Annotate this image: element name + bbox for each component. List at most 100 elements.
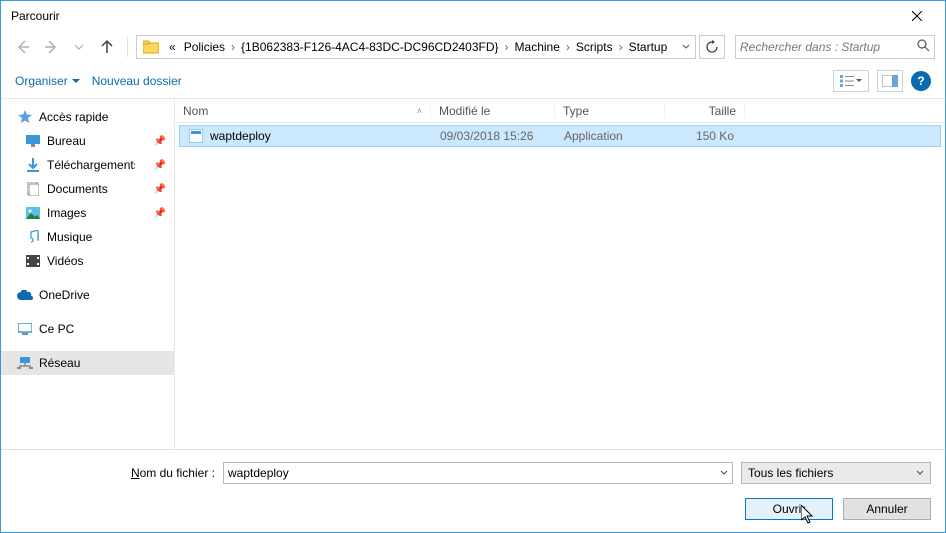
network-icon: [17, 355, 33, 371]
dropdown-arrow-icon: [72, 77, 80, 85]
file-pane: Nom˄ Modifié le Type Taille waptdeploy 0…: [175, 99, 945, 449]
dropdown-arrow-icon: [856, 78, 862, 84]
preview-pane-icon: [882, 75, 898, 87]
sidebar-pictures[interactable]: Images 📌: [1, 201, 174, 225]
music-icon: [25, 229, 41, 245]
crumb-startup[interactable]: Startup: [625, 40, 672, 54]
preview-pane-button[interactable]: [877, 70, 903, 92]
folder-icon: [141, 37, 161, 57]
label: Ce PC: [39, 322, 74, 336]
separator: [127, 37, 128, 57]
arrow-up-icon: [99, 39, 115, 55]
videos-icon: [25, 253, 41, 269]
arrow-right-icon: [43, 39, 59, 55]
breadcrumbs: « Policies › {1B062383-F126-4AC4-83DC-DC…: [165, 40, 675, 54]
filename-combobox[interactable]: [223, 462, 733, 484]
label: Images: [47, 206, 86, 220]
navigation-pane[interactable]: Accès rapide Bureau 📌 Téléchargements 📌 …: [1, 99, 175, 449]
pin-icon: 📌: [154, 160, 166, 171]
header-name[interactable]: Nom˄: [175, 104, 431, 118]
crumb-machine[interactable]: Machine: [511, 40, 564, 54]
new-folder-button[interactable]: Nouveau dossier: [92, 74, 182, 88]
help-button[interactable]: ?: [911, 71, 931, 91]
address-bar[interactable]: « Policies › {1B062383-F126-4AC4-83DC-DC…: [136, 35, 696, 59]
open-button[interactable]: Ouvrir: [745, 498, 833, 520]
sidebar-videos[interactable]: Vidéos: [1, 249, 174, 273]
label: Musique: [47, 230, 92, 244]
close-button[interactable]: [897, 2, 937, 30]
pin-icon: 📌: [154, 136, 166, 147]
application-icon: [188, 128, 204, 144]
download-icon: [25, 157, 41, 173]
label: Accès rapide: [39, 110, 108, 124]
address-history-dropdown[interactable]: [675, 36, 695, 58]
filename-input[interactable]: [228, 466, 720, 480]
explorer-body: Accès rapide Bureau 📌 Téléchargements 📌 …: [1, 99, 945, 449]
arrow-left-icon: [15, 39, 31, 55]
filename-label: Nom du fichier :: [15, 466, 215, 480]
label: Bureau: [47, 134, 86, 148]
sidebar-downloads[interactable]: Téléchargements 📌: [1, 153, 174, 177]
search-icon: [917, 39, 930, 55]
cancel-button[interactable]: Annuler: [843, 498, 931, 520]
organize-label: Organiser: [15, 74, 68, 88]
crumb-guid[interactable]: {1B062383-F126-4AC4-83DC-DC96CD2403FD}: [237, 40, 502, 54]
file-size: 150 Ko: [666, 129, 742, 143]
close-icon: [912, 11, 922, 21]
label: Vidéos: [47, 254, 83, 268]
recent-locations-button[interactable]: [67, 35, 91, 59]
refresh-button[interactable]: [699, 35, 725, 59]
window-title: Parcourir: [9, 9, 897, 23]
file-row[interactable]: waptdeploy 09/03/2018 15:26 Application …: [179, 125, 941, 147]
search-input[interactable]: [740, 40, 917, 54]
file-list[interactable]: waptdeploy 09/03/2018 15:26 Application …: [175, 123, 945, 449]
label: OneDrive: [39, 288, 90, 302]
pin-icon: 📌: [154, 208, 166, 219]
sidebar-music[interactable]: Musique: [1, 225, 174, 249]
pictures-icon: [25, 205, 41, 221]
chevron-right-icon: ›: [564, 40, 572, 54]
header-type[interactable]: Type: [555, 104, 665, 118]
crumb-ellipsis[interactable]: «: [165, 40, 180, 54]
sidebar-network[interactable]: Réseau: [1, 351, 174, 375]
navigation-bar: « Policies › {1B062383-F126-4AC4-83DC-DC…: [1, 31, 945, 63]
organize-button[interactable]: Organiser: [15, 74, 80, 88]
forward-button[interactable]: [39, 35, 63, 59]
computer-icon: [17, 321, 33, 337]
star-icon: [17, 109, 33, 125]
chevron-right-icon: ›: [617, 40, 625, 54]
up-button[interactable]: [95, 35, 119, 59]
file-type-filter[interactable]: Tous les fichiers: [741, 462, 931, 484]
sidebar-documents[interactable]: Documents 📌: [1, 177, 174, 201]
label: Documents: [47, 182, 108, 196]
back-button[interactable]: [11, 35, 35, 59]
documents-icon: [25, 181, 41, 197]
toolbar: Organiser Nouveau dossier ?: [1, 63, 945, 99]
chevron-down-icon: [682, 43, 690, 51]
dialog-footer: Nom du fichier : Tous les fichiers Ouvri…: [1, 449, 945, 530]
search-box[interactable]: [735, 35, 935, 59]
cloud-icon: [17, 287, 33, 303]
pin-icon: 📌: [154, 184, 166, 195]
sidebar-quick-access[interactable]: Accès rapide: [1, 105, 174, 129]
sidebar-desktop[interactable]: Bureau 📌: [1, 129, 174, 153]
file-type: Application: [556, 129, 666, 143]
crumb-scripts[interactable]: Scripts: [572, 40, 617, 54]
chevron-down-icon[interactable]: [720, 466, 728, 480]
desktop-icon: [25, 133, 41, 149]
file-name: waptdeploy: [210, 129, 271, 143]
title-bar: Parcourir: [1, 1, 945, 31]
sidebar-onedrive[interactable]: OneDrive: [1, 283, 174, 307]
crumb-policies[interactable]: Policies: [180, 40, 229, 54]
chevron-down-icon: [916, 466, 924, 480]
view-options-button[interactable]: [833, 70, 869, 92]
header-size[interactable]: Taille: [665, 104, 745, 118]
label: Réseau: [39, 356, 80, 370]
chevron-right-icon: ›: [503, 40, 511, 54]
column-headers: Nom˄ Modifié le Type Taille: [175, 99, 945, 123]
new-folder-label: Nouveau dossier: [92, 74, 182, 88]
sidebar-this-pc[interactable]: Ce PC: [1, 317, 174, 341]
header-modified[interactable]: Modifié le: [431, 104, 555, 118]
sort-asc-icon: ˄: [417, 106, 422, 116]
refresh-icon: [705, 40, 719, 54]
